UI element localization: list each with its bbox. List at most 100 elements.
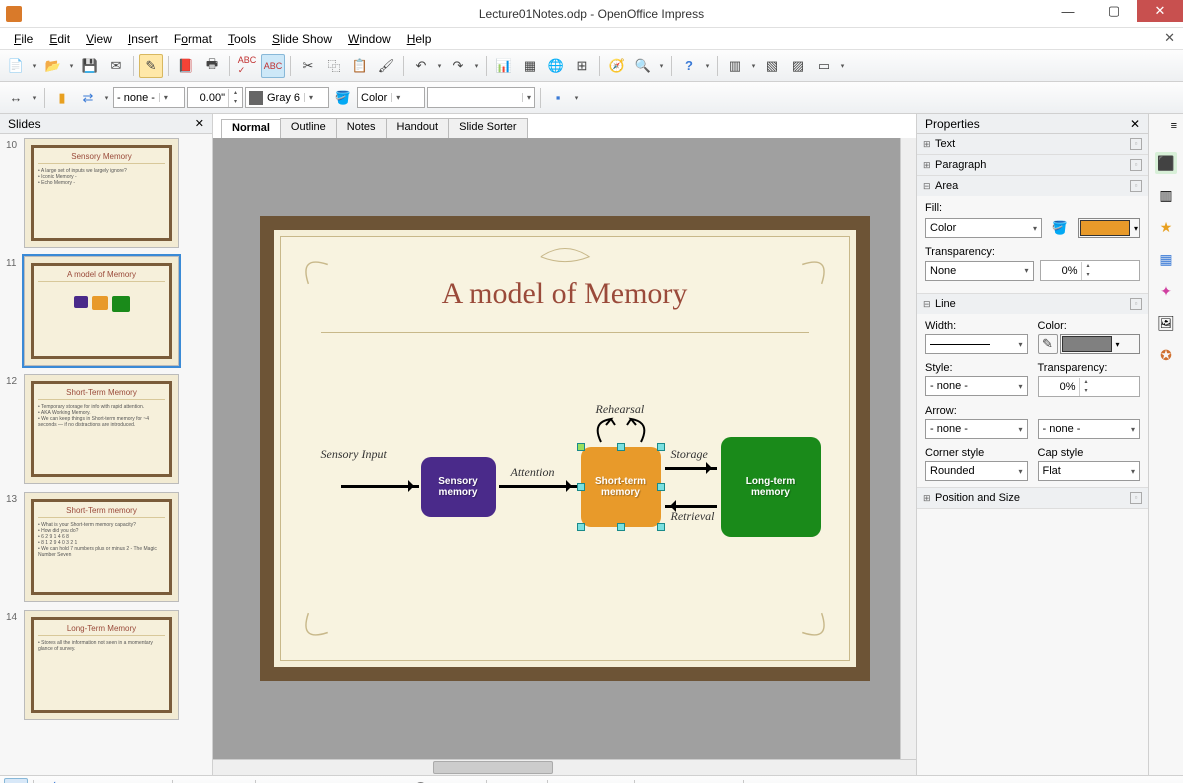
rotate-tool[interactable]: ↻ [640,778,664,783]
menu-slideshow[interactable]: Slide Show [264,30,340,48]
arrow-start-select[interactable]: - none -▾ [925,419,1028,439]
line-toolbar-more[interactable]: ▾ [572,94,581,102]
styles-icon[interactable]: ✦ [1155,280,1177,302]
new-button[interactable]: 📄 [4,54,28,78]
menu-insert[interactable]: Insert [120,30,166,48]
slide-drop[interactable]: ▾ [749,62,758,70]
thumb[interactable]: A model of Memory [24,256,179,366]
shadow-button[interactable]: ▪ [546,86,570,110]
spin-down[interactable]: ▾ [229,98,242,107]
slide-show-button[interactable]: ▭ [812,54,836,78]
spin-up[interactable]: ▴ [229,89,242,98]
fill-color-picker[interactable]: ▾ [1078,218,1140,238]
interaction-tool[interactable]: ⚙ [775,778,799,783]
linetrans-input[interactable] [1039,381,1079,393]
save-button[interactable]: 💾 [78,54,102,78]
handle-e[interactable] [657,483,665,491]
highlight-icon[interactable]: ▮ [50,86,74,110]
area-fill-icon[interactable]: 🪣 [331,86,355,110]
ellipse-tool[interactable]: ◯ [117,778,141,783]
cut-button[interactable]: ✂ [296,54,320,78]
properties-close-icon[interactable]: ✕ [1130,117,1140,131]
line-width-input[interactable] [188,92,228,104]
stars-tool[interactable]: ★ [446,778,470,783]
linetrans-spinner[interactable]: ▴▾ [1038,376,1141,397]
fill-color-combo[interactable]: ▾ [427,87,535,108]
insert-chart-button[interactable]: 📊 [492,54,516,78]
slide-layout-button[interactable]: ▨ [786,54,810,78]
menu-window[interactable]: Window [340,30,399,48]
format-paintbrush-button[interactable]: 🖌 [374,54,398,78]
extrusion-tool[interactable]: ⬢ [749,778,773,783]
print-button[interactable]: 🖶 [200,54,224,78]
close-button[interactable]: ✕ [1137,0,1183,22]
spellcheck-button[interactable]: ABC✓ [235,54,259,78]
undo-button[interactable]: ↶ [409,54,433,78]
navigator-icon[interactable]: ✪ [1155,344,1177,366]
thumb[interactable]: Long-Term Memory• Stores all the informa… [24,610,179,720]
glue-points-tool[interactable]: ⁜ [518,778,542,783]
slides-list[interactable]: 10Sensory Memory• A large set of inputs … [0,134,212,775]
arrange-tool[interactable]: ▦ [703,778,727,783]
slide-thumb-14[interactable]: 14Long-Term Memory• Stores all the infor… [6,610,206,720]
slide-canvas[interactable]: A model of Memory Sensory Input Sensory … [260,216,870,681]
spin-down[interactable]: ▾ [1082,271,1095,280]
menu-help[interactable]: Help [399,30,440,48]
more-icon[interactable]: ▫ [1130,159,1142,171]
more-icon[interactable]: ▫ [1130,298,1142,310]
points-tool[interactable]: ⋯ [492,778,516,783]
thumb[interactable]: Short-Term Memory• Temporary storage for… [24,374,179,484]
line-ends-button[interactable]: ⇄ [76,86,100,110]
slide-thumb-11[interactable]: 11A model of Memory [6,256,206,366]
view-tab-slide-sorter[interactable]: Slide Sorter [448,118,527,138]
handle-n[interactable] [617,443,625,451]
spin-up[interactable]: ▴ [1082,262,1095,271]
redo-button[interactable]: ↷ [446,54,470,78]
more-icon[interactable]: ▫ [1130,138,1142,150]
line-color-combo[interactable]: Gray 6▾ [245,87,329,108]
arrow-style-button[interactable]: ↔ [4,86,28,110]
minimize-button[interactable]: — [1045,0,1091,22]
corner-select[interactable]: Rounded▾ [925,461,1028,481]
thumb[interactable]: Short-Term memory• What is your Short-te… [24,492,179,602]
arrow-style-drop[interactable]: ▾ [30,94,39,102]
properties-icon[interactable]: ⬛ [1155,152,1177,174]
redo-dropdown[interactable]: ▾ [472,62,481,70]
handle-sw[interactable] [577,523,585,531]
open-dropdown[interactable]: ▾ [67,62,76,70]
undo-dropdown[interactable]: ▾ [435,62,444,70]
section-text[interactable]: ⊞Text▫ [917,134,1148,154]
view-tab-normal[interactable]: Normal [221,119,281,139]
fill-type-select[interactable]: Color▾ [925,218,1042,238]
slide-design-button[interactable]: ▧ [760,54,784,78]
menu-file[interactable]: File [6,30,41,48]
view-tab-handout[interactable]: Handout [386,118,450,138]
arrow-input[interactable] [341,485,419,488]
section-line[interactable]: ⊟Line▫ [917,294,1148,314]
linecolor-picker[interactable]: ▾ [1060,334,1141,354]
insert-hyperlink-button[interactable]: 🌐 [544,54,568,78]
close-document-button[interactable]: ✕ [1164,30,1175,46]
canvas-area[interactable]: A model of Memory Sensory Input Sensory … [213,138,916,759]
line-tool[interactable]: ╱ [39,778,63,783]
section-position[interactable]: ⊞Position and Size▫ [917,488,1148,508]
maximize-button[interactable]: ▢ [1091,0,1137,22]
sidebar-menu-icon[interactable]: ≡ [1171,120,1177,132]
arrow-attention[interactable] [499,485,577,488]
menu-view[interactable]: View [78,30,120,48]
basic-shapes-tool[interactable]: ◆ [261,778,285,783]
handle-ne[interactable] [657,443,665,451]
section-paragraph[interactable]: ⊞Paragraph▫ [917,155,1148,175]
menu-edit[interactable]: Edit [41,30,78,48]
horizontal-scrollbar[interactable] [213,759,916,775]
display-grid-button[interactable]: ⊞ [570,54,594,78]
vertical-scrollbar[interactable] [900,138,916,759]
slide-thumb-10[interactable]: 10Sensory Memory• A large set of inputs … [6,138,206,248]
cap-select[interactable]: Flat▾ [1038,461,1141,481]
handle-nw[interactable] [577,443,585,451]
connector-tool[interactable]: ⅃ [215,778,239,783]
help-button[interactable]: ? [677,54,701,78]
box-long-term-memory[interactable]: Long-term memory [721,437,821,537]
line-width-spinner[interactable]: ▴▾ [187,87,243,108]
slide-title[interactable]: A model of Memory [281,277,849,311]
